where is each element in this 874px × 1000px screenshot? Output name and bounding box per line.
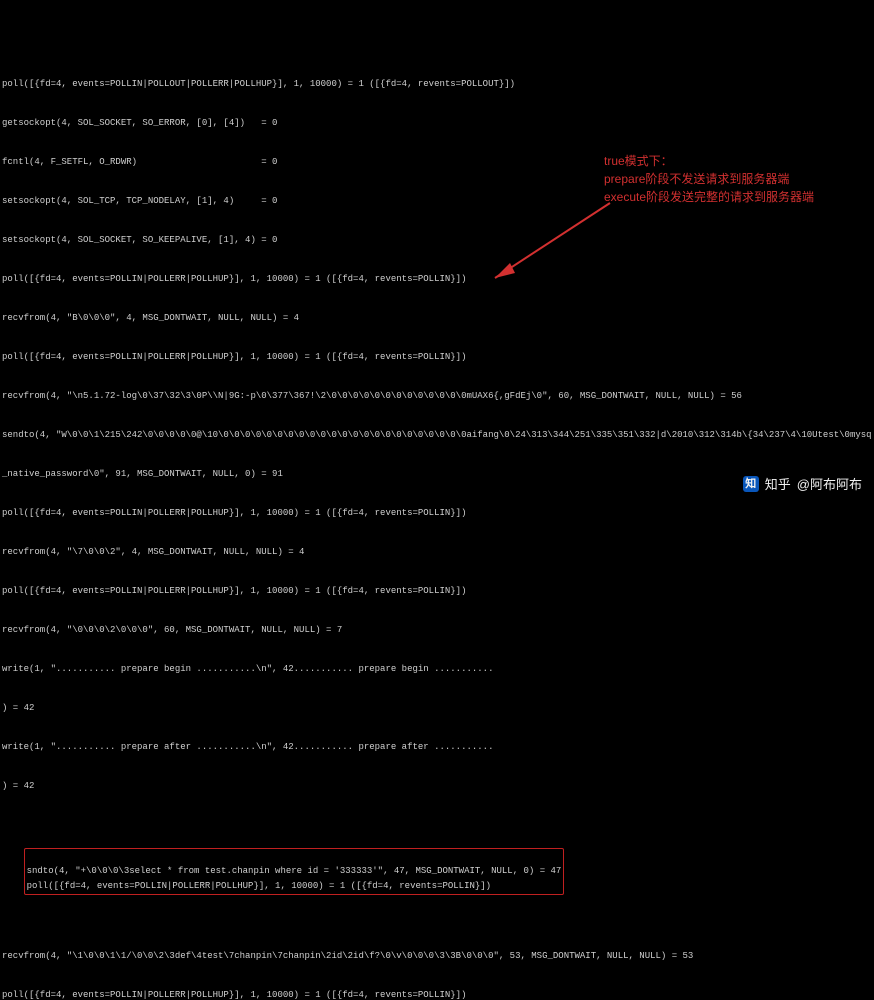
strace-line: poll([{fd=4, events=POLLIN|POLLERR|POLLH… [2,989,872,1000]
strace-line: recvfrom(4, "\1\0\0\1\1/\0\0\2\3def\4tes… [2,950,872,963]
strace-line: sendto(4, "W\0\0\1\215\242\0\0\0\0\0@\10… [2,429,872,442]
strace-line: write(1, "........... prepare after ....… [2,741,872,754]
zhihu-logo-icon: 知 [743,476,759,492]
annotation-callout: true模式下： prepare阶段不发送请求到服务器端 execute阶段发送… [604,152,814,206]
strace-line: poll([{fd=4, events=POLLIN|POLLERR|POLLH… [2,507,872,520]
strace-line: _native_password\0", 91, MSG_DONTWAIT, N… [2,468,872,481]
highlighted-region: sndto(4, "+\0\0\0\3select * from test.ch… [24,848,565,895]
strace-line: write(1, "........... prepare begin ....… [2,663,872,676]
watermark-user: @阿布阿布 [797,478,862,491]
watermark-site: 知乎 [765,478,791,491]
strace-line: poll([{fd=4, events=POLLIN|POLLERR|POLLH… [2,351,872,364]
strace-line: poll([{fd=4, events=POLLIN|POLLOUT|POLLE… [2,78,872,91]
strace-line: recvfrom(4, "\0\0\0\2\0\0\0", 60, MSG_DO… [2,624,872,637]
strace-line: ) = 42 [2,702,872,715]
annotation-line: prepare阶段不发送请求到服务器端 [604,170,814,188]
annotation-title: true模式下： [604,152,814,170]
strace-line: poll([{fd=4, events=POLLIN|POLLERR|POLLH… [2,585,872,598]
strace-line: setsockopt(4, SOL_SOCKET, SO_KEEPALIVE, … [2,234,872,247]
watermark: 知 知乎 @阿布阿布 [743,476,862,492]
strace-line: recvfrom(4, "\7\0\0\2", 4, MSG_DONTWAIT,… [2,546,872,559]
annotation-line: execute阶段发送完整的请求到服务器端 [604,188,814,206]
strace-line: ) = 42 [2,780,872,793]
strace-line-highlight: poll([{fd=4, events=POLLIN|POLLERR|POLLH… [27,881,491,891]
strace-line: recvfrom(4, "B\0\0\0", 4, MSG_DONTWAIT, … [2,312,872,325]
strace-line: recvfrom(4, "\n5.1.72-log\0\37\32\3\0P\\… [2,390,872,403]
strace-line-highlight: sndto(4, "+\0\0\0\3select * from test.ch… [27,866,562,876]
strace-line: getsockopt(4, SOL_SOCKET, SO_ERROR, [0],… [2,117,872,130]
strace-line: poll([{fd=4, events=POLLIN|POLLERR|POLLH… [2,273,872,286]
